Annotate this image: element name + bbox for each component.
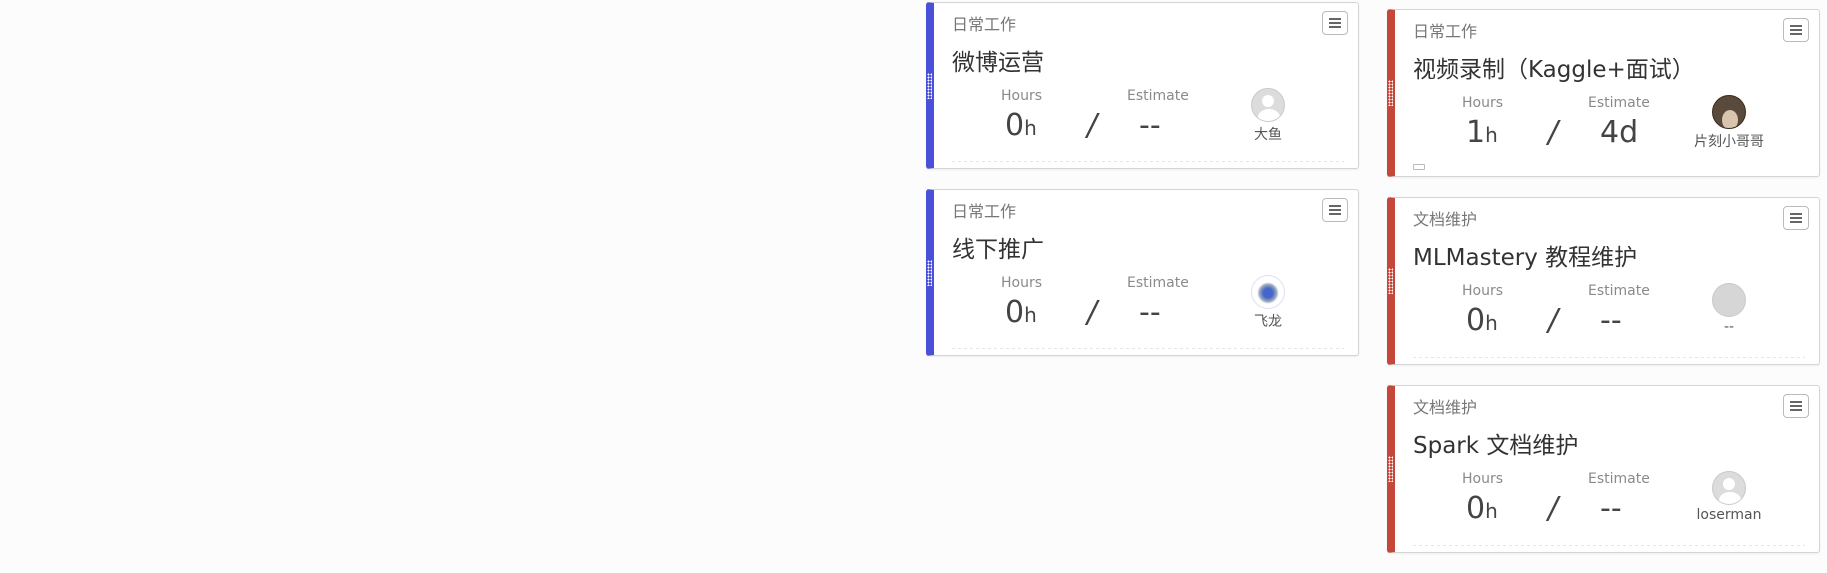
card-menu-button[interactable] (1783, 18, 1809, 42)
assignee[interactable]: 飞龙 (1223, 275, 1313, 331)
estimate-label: Estimate (1588, 95, 1650, 111)
board-column-1: 日常工作 微博运营 Hours Estimate 0h / -- 大鱼 日常工作… (926, 0, 1359, 376)
task-card-spark-docs[interactable]: 文档维护 Spark 文档维护 Hours Estimate 0h / -- l… (1387, 385, 1820, 553)
separator-slash: / (1548, 115, 1559, 150)
card-title[interactable]: MLMastery 教程维护 (1413, 238, 1637, 272)
task-card-offline-promo[interactable]: 日常工作 线下推广 Hours Estimate 0h / -- 飞龙 (926, 189, 1359, 356)
separator-slash: / (1548, 491, 1559, 526)
default-avatar-icon (1712, 471, 1746, 505)
separator-slash: / (1087, 108, 1098, 143)
card-category: 文档维护 (1413, 210, 1478, 229)
menu-icon (1790, 25, 1802, 35)
card-divider (1413, 545, 1805, 546)
card-metrics: Hours Estimate 0h / -- 大鱼 (934, 88, 1358, 148)
assignee[interactable]: 片刻小哥哥 (1684, 95, 1774, 151)
hours-label: Hours (1001, 275, 1043, 291)
task-card-mlmastery[interactable]: 文档维护 MLMastery 教程维护 Hours Estimate 0h / … (1387, 197, 1820, 365)
menu-icon (1329, 205, 1341, 215)
default-avatar-icon (1251, 88, 1285, 122)
photo-avatar-icon (1251, 275, 1285, 309)
drag-handle[interactable] (1388, 456, 1393, 482)
hours-label: Hours (1462, 283, 1504, 299)
estimate-value: 4d (1600, 115, 1639, 150)
board-column-2: 日常工作 视频录制（Kaggle+面试） Hours Estimate 1h /… (1387, 0, 1820, 573)
card-menu-button[interactable] (1322, 198, 1348, 222)
assignee[interactable]: -- (1684, 283, 1774, 335)
card-divider (952, 161, 1344, 162)
assignee-name: loserman (1696, 507, 1762, 523)
card-metrics: Hours Estimate 0h / -- -- (1395, 283, 1819, 343)
hours-label: Hours (1001, 88, 1043, 104)
hours-value: 0h (1466, 491, 1498, 526)
separator-slash: / (1548, 303, 1559, 338)
drag-handle[interactable] (927, 260, 932, 286)
hours-value: 0h (1005, 108, 1037, 143)
hours-label: Hours (1462, 95, 1504, 111)
drag-handle[interactable] (1388, 268, 1393, 294)
assignee[interactable]: 大鱼 (1223, 88, 1313, 144)
card-category: 文档维护 (1413, 398, 1478, 417)
card-title[interactable]: 微博运营 (952, 43, 1044, 77)
assignee-name: 飞龙 (1254, 314, 1282, 330)
estimate-label: Estimate (1127, 275, 1189, 291)
estimate-value: -- (1139, 295, 1161, 330)
card-menu-button[interactable] (1322, 11, 1348, 35)
estimate-label: Estimate (1588, 471, 1650, 487)
blank-avatar-icon (1712, 283, 1746, 317)
assignee[interactable]: loserman (1684, 471, 1774, 523)
estimate-value: -- (1600, 491, 1622, 526)
card-title[interactable]: Spark 文档维护 (1413, 426, 1578, 460)
card-divider (1413, 357, 1805, 358)
task-card-weibo[interactable]: 日常工作 微博运营 Hours Estimate 0h / -- 大鱼 (926, 2, 1359, 169)
task-card-video-recording[interactable]: 日常工作 视频录制（Kaggle+面试） Hours Estimate 1h /… (1387, 9, 1820, 177)
separator-slash: / (1087, 295, 1098, 330)
drag-handle[interactable] (1388, 80, 1393, 106)
menu-icon (1790, 213, 1802, 223)
card-category: 日常工作 (952, 202, 1017, 221)
card-category: 日常工作 (1413, 22, 1478, 41)
photo-avatar-icon (1712, 95, 1746, 129)
card-title[interactable]: 视频录制（Kaggle+面试） (1413, 50, 1695, 84)
drag-handle[interactable] (927, 73, 932, 99)
hours-value: 1h (1466, 115, 1498, 150)
assignee-name: 片刻小哥哥 (1694, 134, 1764, 150)
card-divider (952, 348, 1344, 349)
estimate-value: -- (1139, 108, 1161, 143)
assignee-name: 大鱼 (1254, 127, 1282, 143)
hours-value: 0h (1005, 295, 1037, 330)
card-menu-button[interactable] (1783, 206, 1809, 230)
menu-icon (1790, 401, 1802, 411)
estimate-value: -- (1600, 303, 1622, 338)
menu-icon (1329, 18, 1341, 28)
card-metrics: Hours Estimate 0h / -- 飞龙 (934, 275, 1358, 335)
estimate-label: Estimate (1127, 88, 1189, 104)
tag-icon (1413, 164, 1425, 170)
assignee-name: -- (1723, 319, 1735, 335)
hours-value: 0h (1466, 303, 1498, 338)
hours-label: Hours (1462, 471, 1504, 487)
estimate-label: Estimate (1588, 283, 1650, 299)
card-metrics: Hours Estimate 0h / -- loserman (1395, 471, 1819, 531)
card-title[interactable]: 线下推广 (952, 230, 1044, 264)
card-metrics: Hours Estimate 1h / 4d 片刻小哥哥 (1395, 95, 1819, 155)
card-menu-button[interactable] (1783, 394, 1809, 418)
card-category: 日常工作 (952, 15, 1017, 34)
